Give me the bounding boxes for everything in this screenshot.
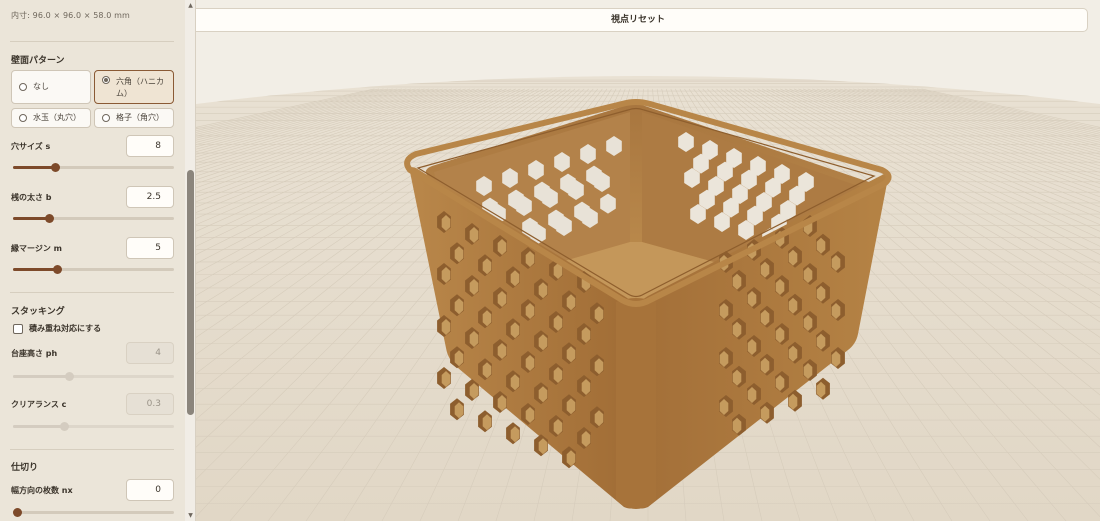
- section-divider: [10, 41, 174, 42]
- hole-size-slider[interactable]: [13, 163, 174, 172]
- 3d-viewport[interactable]: 視点リセット: [196, 0, 1100, 521]
- stacking-checkbox-label: 積み重ね対応にする: [29, 324, 102, 333]
- edge-margin-slider[interactable]: [13, 265, 174, 274]
- slider-fill: [13, 166, 54, 169]
- settings-panel: 内寸: 96.0 × 96.0 × 58.0 mm 壁面パターン なし 六角（ハ…: [0, 0, 184, 521]
- stacking-checkbox[interactable]: [13, 323, 23, 334]
- base-height-slider[interactable]: [13, 372, 174, 381]
- base-height-label: 台座高さ ph: [11, 349, 58, 358]
- pattern-option-label: なし: [33, 82, 49, 91]
- settings-sidebar: 内寸: 96.0 × 96.0 × 58.0 mm 壁面パターン なし 六角（ハ…: [0, 0, 196, 521]
- stacking-checkbox-row[interactable]: 積み重ね対応にする: [13, 323, 101, 334]
- bar-width-slider[interactable]: [13, 214, 174, 223]
- section-divider: [10, 449, 174, 450]
- clearance-input[interactable]: 0.3: [126, 393, 174, 415]
- slider-fill: [13, 375, 68, 378]
- stacking-title: スタッキング: [11, 307, 65, 317]
- slider-handle[interactable]: [51, 163, 61, 172]
- hole-size-label: 穴サイズ s: [11, 142, 51, 151]
- pattern-option-label: 六角（ハニカム）: [116, 77, 164, 98]
- radio-selected-icon: [102, 76, 110, 84]
- hole-size-input[interactable]: 8: [126, 135, 174, 157]
- clearance-slider[interactable]: [13, 422, 174, 431]
- bar-width-input[interactable]: 2.5: [126, 186, 174, 208]
- reset-view-button[interactable]: 視点リセット: [196, 8, 1088, 32]
- edge-margin-input[interactable]: 5: [126, 237, 174, 259]
- pattern-option-hexagon[interactable]: 六角（ハニカム）: [94, 70, 174, 104]
- sidebar-scrollbar[interactable]: ▲ ▼: [185, 0, 195, 521]
- slider-fill: [13, 217, 47, 220]
- basket-corner: [616, 298, 656, 509]
- pattern-option-none[interactable]: なし: [11, 70, 91, 104]
- clearance-label: クリアランス c: [11, 400, 67, 409]
- base-height-input[interactable]: 4: [126, 342, 174, 364]
- pattern-option-label: 格子（角穴）: [116, 113, 164, 122]
- pattern-option-dots[interactable]: 水玉（丸穴）: [11, 108, 91, 128]
- scrollbar-thumb[interactable]: [187, 170, 194, 415]
- bar-width-label: 桟の太さ b: [11, 193, 52, 202]
- slider-fill: [13, 268, 55, 271]
- slider-handle[interactable]: [60, 422, 70, 431]
- divider-title: 仕切り: [11, 463, 39, 473]
- section-divider: [10, 292, 174, 293]
- scroll-down-arrow-icon[interactable]: ▼: [186, 511, 195, 520]
- inner-dimensions-text: 内寸: 96.0 × 96.0 × 58.0 mm: [11, 11, 130, 20]
- 3d-scene: [196, 76, 1100, 521]
- pattern-option-grid[interactable]: 格子（角穴）: [94, 108, 174, 128]
- pattern-option-label: 水玉（丸穴）: [33, 113, 81, 122]
- radio-icon: [19, 83, 27, 91]
- width-count-input[interactable]: 0: [126, 479, 174, 501]
- wall-pattern-title: 壁面パターン: [11, 56, 65, 66]
- width-count-slider[interactable]: [13, 508, 174, 517]
- slider-fill: [13, 425, 63, 428]
- scroll-up-arrow-icon[interactable]: ▲: [186, 1, 195, 10]
- slider-track: [13, 511, 174, 514]
- radio-icon: [19, 114, 27, 122]
- slider-handle[interactable]: [65, 372, 75, 381]
- width-count-label: 幅方向の枚数 nx: [11, 486, 73, 495]
- slider-handle[interactable]: [13, 508, 22, 517]
- radio-icon: [102, 114, 110, 122]
- slider-handle[interactable]: [52, 265, 62, 274]
- slider-handle[interactable]: [45, 214, 55, 223]
- edge-margin-label: 縁マージン m: [11, 244, 62, 253]
